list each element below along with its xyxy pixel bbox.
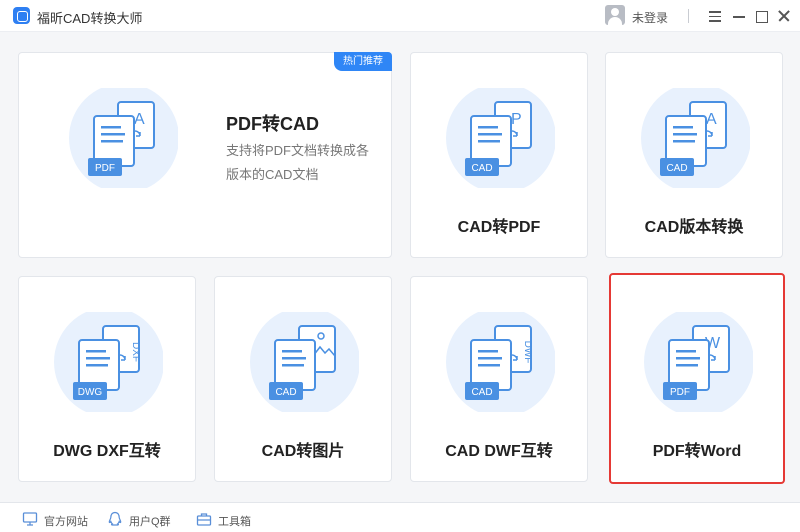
- title-bar: 福昕CAD转换大师 未登录: [0, 0, 800, 32]
- icon-letter: P: [511, 111, 522, 128]
- pdf-to-word-icon: W PDF: [643, 312, 753, 412]
- official-website-link[interactable]: 官方网站: [22, 511, 92, 528]
- icon-tag: CAD: [471, 387, 492, 398]
- icon-tag: CAD: [666, 163, 687, 174]
- icon-tag: PDF: [95, 163, 115, 174]
- icon-letter: DXF: [130, 342, 141, 362]
- footer-bar: 官方网站 用户Q群 工具箱: [0, 502, 800, 532]
- icon-letter: A: [706, 111, 717, 128]
- title-bar-divider: [688, 9, 689, 23]
- card-cad-to-pdf[interactable]: P CAD CAD转PDF: [410, 52, 588, 258]
- icon-letter: A: [134, 111, 145, 128]
- icon-tag: DWG: [78, 387, 103, 398]
- cad-dwf-convert-icon: DWF CAD: [445, 312, 555, 412]
- card-title: CAD转PDF: [457, 219, 541, 236]
- card-title: CAD版本转换: [644, 219, 744, 236]
- maximize-icon[interactable]: [751, 6, 771, 26]
- close-icon[interactable]: [774, 6, 794, 26]
- icon-tag: CAD: [275, 387, 296, 398]
- card-cad-version-convert[interactable]: A CAD CAD版本转换: [605, 52, 783, 258]
- card-pdf-to-cad[interactable]: 热门推荐 A PDF PDF转CAD 支持将PDF文档转换成各 版本的CAD文档: [18, 52, 392, 258]
- monitor-icon: [22, 512, 38, 526]
- qq-icon: [108, 511, 122, 526]
- cad-to-pdf-icon: P CAD: [445, 88, 555, 188]
- menu-icon[interactable]: [705, 6, 725, 26]
- card-title: CAD转图片: [261, 443, 345, 460]
- cad-version-convert-icon: A CAD: [640, 88, 750, 188]
- card-cad-dwf-convert[interactable]: DWF CAD CAD DWF互转: [410, 276, 588, 482]
- app-logo-icon: [13, 7, 30, 24]
- icon-tag: CAD: [471, 163, 492, 174]
- icon-letter: DWF: [522, 341, 533, 364]
- card-dwg-dxf-convert[interactable]: DXF DWG DWG DXF互转: [18, 276, 196, 482]
- user-avatar-icon[interactable]: [605, 5, 625, 25]
- card-title: DWG DXF互转: [53, 443, 161, 460]
- pdf-to-cad-icon: A PDF: [68, 88, 178, 188]
- card-pdf-to-word[interactable]: W PDF PDF转Word: [609, 273, 785, 484]
- card-cad-to-image[interactable]: CAD CAD转图片: [214, 276, 392, 482]
- toolbox-icon: [196, 513, 212, 526]
- minimize-icon[interactable]: [729, 6, 749, 26]
- feature-description: 支持将PDF文档转换成各 版本的CAD文档: [226, 143, 370, 182]
- hot-recommend-badge: 热门推荐: [334, 52, 392, 71]
- icon-tag: PDF: [670, 387, 690, 398]
- user-qq-group-link[interactable]: 用户Q群: [107, 511, 177, 528]
- toolbox-link[interactable]: 工具箱: [196, 511, 256, 528]
- feature-title: PDF转CAD: [226, 114, 319, 134]
- login-link[interactable]: 未登录: [632, 9, 668, 26]
- app-title: 福昕CAD转换大师: [37, 11, 143, 26]
- card-title: CAD DWF互转: [445, 443, 553, 460]
- card-title: PDF转Word: [652, 443, 742, 460]
- dwg-dxf-convert-icon: DXF DWG: [53, 312, 163, 412]
- cad-to-image-icon: CAD: [249, 312, 359, 412]
